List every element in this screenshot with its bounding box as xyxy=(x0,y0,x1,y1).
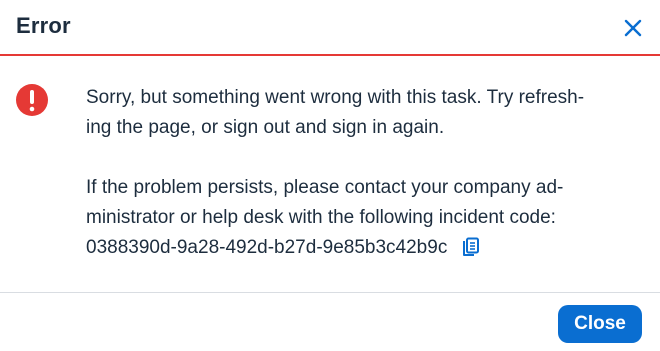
dialog-title: Error xyxy=(16,13,71,38)
copy-icon[interactable] xyxy=(461,237,481,259)
dialog-body: Sorry, but something went wrong with thi… xyxy=(0,56,660,292)
incident-code-row: 0388390d-9a28-492d-b27d-9e85b3c42b9c xyxy=(86,233,634,263)
message-line: If the problem persists, please contact … xyxy=(86,177,564,198)
error-exclamation-icon xyxy=(16,84,48,116)
message-line: ing the page, or sign out and sign in ag… xyxy=(86,117,445,138)
message-line: Sorry, but something went wrong with thi… xyxy=(86,87,585,108)
message-paragraph-2: If the problem persists, please contact … xyxy=(86,173,634,263)
incident-code: 0388390d-9a28-492d-b27d-9e85b3c42b9c xyxy=(86,237,448,258)
error-message: Sorry, but something went wrong with thi… xyxy=(86,83,634,263)
close-icon[interactable] xyxy=(621,16,645,40)
message-paragraph-1: Sorry, but something went wrong with thi… xyxy=(86,83,634,143)
close-button[interactable]: Close xyxy=(558,305,642,343)
error-dialog: Error Sorry, but something went wrong wi… xyxy=(0,0,660,351)
dialog-footer: Close xyxy=(0,292,660,351)
message-line: ministrator or help desk with the follow… xyxy=(86,207,556,228)
dialog-header: Error xyxy=(0,0,660,56)
